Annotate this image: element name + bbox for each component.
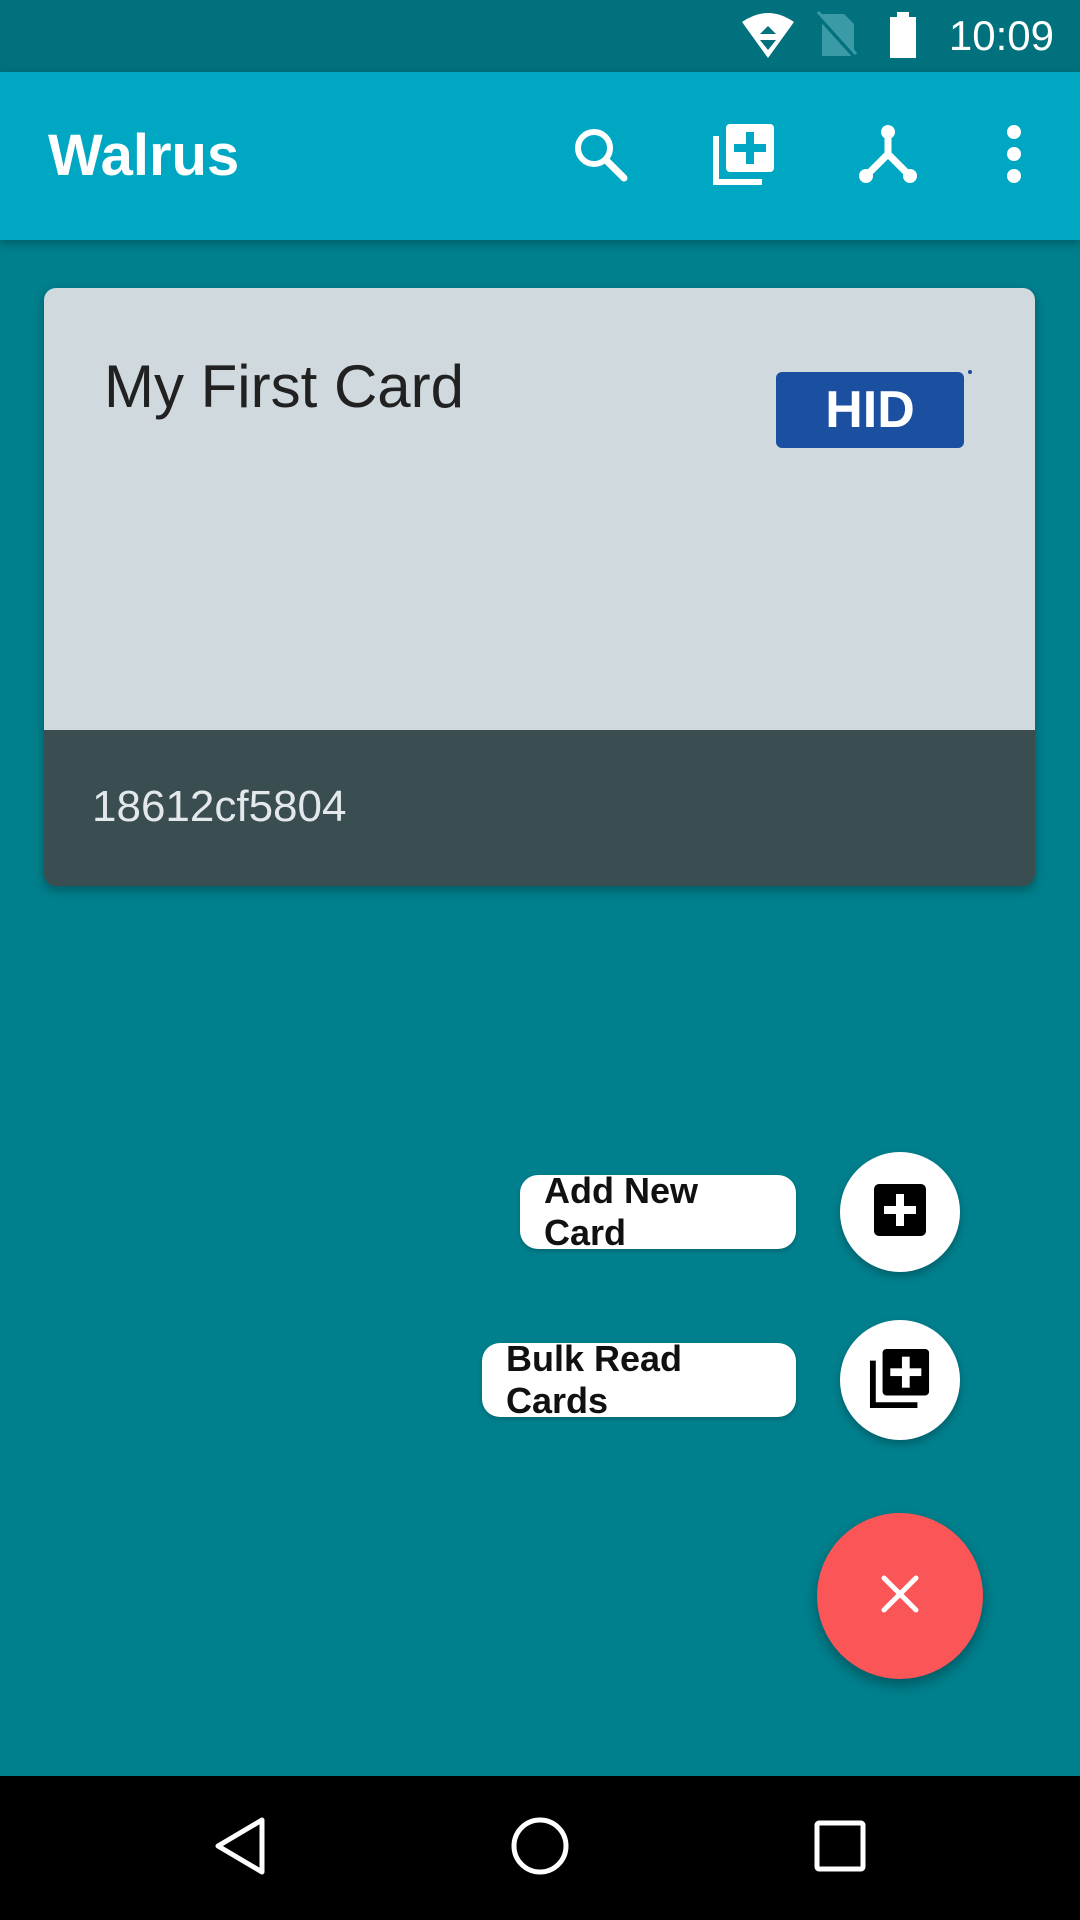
no-sim-icon [814,10,858,65]
card-face: My First Card HID [44,288,1035,730]
hid-logo-text: HID [825,381,915,439]
add-new-card-button[interactable] [840,1152,960,1272]
app-title: Walrus [48,123,240,188]
bulk-read-cards-label[interactable]: Bulk Read Cards [482,1338,796,1421]
overflow-menu-button[interactable] [974,116,1054,196]
card-footer: 18612cf5804 [44,730,1035,886]
add-to-photos-icon [712,122,776,191]
bulk-read-action-button[interactable] [704,116,784,196]
add-new-card-label-text: Add New Card [544,1170,699,1253]
app-bar: Walrus [0,72,1080,240]
recents-icon [812,1818,868,1879]
recents-button[interactable] [790,1802,890,1894]
search-button[interactable] [560,116,640,196]
card-title: My First Card [104,353,464,420]
back-button[interactable] [190,1802,290,1894]
status-time: 10:09 [948,12,1054,59]
search-icon [570,124,630,189]
card-id: 18612cf5804 [92,782,347,831]
merge-action-button[interactable] [848,116,928,196]
home-button[interactable] [490,1802,590,1894]
bulk-read-cards-label-text: Bulk Read Cards [506,1338,683,1421]
close-fab-button[interactable] [817,1513,983,1679]
close-icon [880,1574,920,1619]
add-box-icon [872,1182,928,1243]
bulk-read-cards-button[interactable] [840,1320,960,1440]
navigation-bar [0,1776,1080,1920]
add-to-photos-icon [869,1347,931,1414]
wifi-icon [740,10,796,65]
hid-logo: HID [776,368,976,457]
card-item[interactable]: My First Card HID 18612cf5804 [44,288,1035,886]
status-bar: 10:09 [0,0,1080,72]
merge-type-icon [858,124,918,189]
home-icon [508,1814,572,1883]
add-new-card-label[interactable]: Add New Card [520,1170,796,1253]
back-icon [210,1814,270,1883]
more-vert-icon [1002,124,1026,189]
battery-icon [888,10,918,65]
